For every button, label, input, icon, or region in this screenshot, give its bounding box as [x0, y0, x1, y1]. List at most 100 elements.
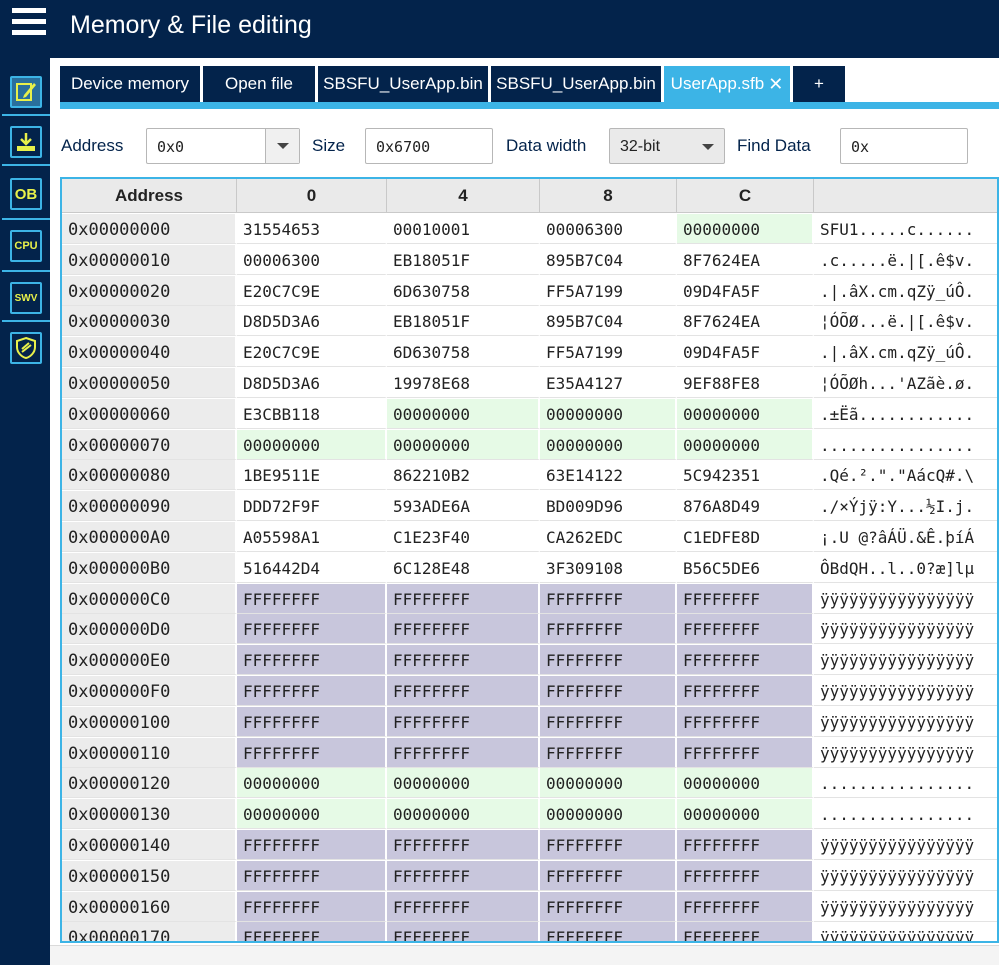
word-cell[interactable]: 6D630758 — [387, 337, 540, 368]
table-row[interactable]: 0x00000130 00000000 00000000 00000000 000000… — [62, 799, 997, 830]
table-row[interactable]: 0x00000030 D8D5D3A6 EB18051F 895B7C04 8F7624… — [62, 306, 997, 337]
address-cell[interactable]: 0x00000010 — [62, 244, 237, 275]
ascii-cell[interactable]: .|.âX.cm.qZÿ_úÔ. — [814, 337, 997, 368]
address-cell[interactable]: 0x00000160 — [62, 891, 237, 922]
add-tab-button[interactable]: + — [793, 66, 845, 102]
word-cell[interactable]: E20C7C9E — [237, 337, 387, 368]
word-cell[interactable]: 9EF88FE8 — [677, 368, 814, 398]
table-row[interactable]: 0x00000090 DDD72F9F 593ADE6A BD009D96 876A8D… — [62, 491, 997, 522]
word-cell[interactable]: FFFFFFFF — [237, 860, 387, 891]
table-row[interactable]: 0x00000000 31554653 00010001 00006300 000000… — [62, 214, 997, 245]
table-row[interactable]: 0x00000170 FFFFFFFF FFFFFFFF FFFFFFFF FFFFFF… — [62, 922, 997, 941]
tab-device-memory[interactable]: Device memory — [60, 66, 200, 102]
ascii-cell[interactable]: ÿÿÿÿÿÿÿÿÿÿÿÿÿÿÿÿ — [814, 860, 997, 891]
address-cell[interactable]: 0x00000060 — [62, 398, 237, 429]
column-header-c[interactable]: C — [677, 179, 814, 213]
ascii-cell[interactable]: ÿÿÿÿÿÿÿÿÿÿÿÿÿÿÿÿ — [814, 830, 997, 860]
tab-sbsfu-userapp-2[interactable]: SBSFU_UserApp.bin — [491, 66, 661, 102]
word-cell[interactable]: FFFFFFFF — [237, 830, 387, 860]
word-cell[interactable]: 00000000 — [387, 799, 540, 830]
ascii-cell[interactable]: .±Ëã............ — [814, 398, 997, 429]
word-cell[interactable]: 3F309108 — [540, 552, 677, 583]
tab-sbsfu-userapp-1[interactable]: SBSFU_UserApp.bin — [318, 66, 488, 102]
address-cell[interactable]: 0x000000A0 — [62, 522, 237, 552]
address-cell[interactable]: 0x00000140 — [62, 830, 237, 860]
address-cell[interactable]: 0x00000130 — [62, 799, 237, 830]
word-cell[interactable]: 00000000 — [677, 214, 814, 244]
word-cell[interactable]: FFFFFFFF — [387, 676, 540, 706]
find-data-input[interactable]: 0x — [840, 128, 968, 164]
table-row[interactable]: 0x00000140 FFFFFFFF FFFFFFFF FFFFFFFF FFFFFF… — [62, 830, 997, 861]
address-cell[interactable]: 0x00000040 — [62, 337, 237, 368]
word-cell[interactable]: 00000000 — [387, 429, 540, 460]
ascii-cell[interactable]: ÿÿÿÿÿÿÿÿÿÿÿÿÿÿÿÿ — [814, 676, 997, 706]
word-cell[interactable]: FFFFFFFF — [540, 830, 677, 860]
word-cell[interactable]: BD009D96 — [540, 491, 677, 522]
word-cell[interactable]: CA262EDC — [540, 522, 677, 552]
size-input[interactable]: 0x6700 — [365, 128, 493, 164]
word-cell[interactable]: 895B7C04 — [540, 306, 677, 337]
word-cell[interactable]: 6D630758 — [387, 275, 540, 306]
word-cell[interactable]: 00000000 — [387, 768, 540, 799]
word-cell[interactable]: FFFFFFFF — [677, 645, 814, 676]
word-cell[interactable]: 8F7624EA — [677, 306, 814, 337]
ascii-cell[interactable]: ÿÿÿÿÿÿÿÿÿÿÿÿÿÿÿÿ — [814, 737, 997, 768]
word-cell[interactable]: FFFFFFFF — [677, 737, 814, 768]
word-cell[interactable]: FFFFFFFF — [237, 614, 387, 645]
ascii-cell[interactable]: ÿÿÿÿÿÿÿÿÿÿÿÿÿÿÿÿ — [814, 891, 997, 922]
column-header-ascii[interactable] — [814, 179, 997, 213]
address-cell[interactable]: 0x00000030 — [62, 306, 237, 337]
word-cell[interactable]: 00000000 — [540, 799, 677, 830]
download-icon[interactable] — [10, 126, 42, 158]
horizontal-scrollbar[interactable] — [50, 945, 999, 965]
word-cell[interactable]: FFFFFFFF — [387, 860, 540, 891]
word-cell[interactable]: C1E23F40 — [387, 522, 540, 552]
word-cell[interactable]: 00000000 — [540, 398, 677, 429]
word-cell[interactable]: FFFFFFFF — [677, 922, 814, 941]
address-cell[interactable]: 0x000000C0 — [62, 583, 237, 614]
word-cell[interactable]: FFFFFFFF — [237, 922, 387, 941]
word-cell[interactable]: 862210B2 — [387, 460, 540, 491]
address-cell[interactable]: 0x00000080 — [62, 460, 237, 491]
ascii-cell[interactable]: ¦ÓÕØ...ë.|[.ê$v. — [814, 306, 997, 337]
memory-edit-icon[interactable] — [10, 76, 42, 108]
address-cell[interactable]: 0x000000B0 — [62, 552, 237, 583]
word-cell[interactable]: 63E14122 — [540, 460, 677, 491]
word-cell[interactable]: 00000000 — [387, 398, 540, 429]
address-cell[interactable]: 0x00000020 — [62, 275, 237, 306]
word-cell[interactable]: 31554653 — [237, 214, 387, 244]
table-row[interactable]: 0x00000070 00000000 00000000 00000000 000000… — [62, 429, 997, 461]
word-cell[interactable]: 00006300 — [237, 244, 387, 275]
word-cell[interactable]: 1BE9511E — [237, 460, 387, 491]
word-cell[interactable]: FFFFFFFF — [540, 737, 677, 768]
table-row[interactable]: 0x00000100 FFFFFFFF FFFFFFFF FFFFFFFF FFFFFF… — [62, 706, 997, 738]
ascii-cell[interactable]: ¦ÓÕØh...'AZãè.ø. — [814, 368, 997, 398]
table-row[interactable]: 0x00000160 FFFFFFFF FFFFFFFF FFFFFFFF FFFFFF… — [62, 891, 997, 923]
word-cell[interactable]: FFFFFFFF — [540, 922, 677, 941]
word-cell[interactable]: 19978E68 — [387, 368, 540, 398]
word-cell[interactable]: FFFFFFFF — [237, 676, 387, 706]
word-cell[interactable]: E20C7C9E — [237, 275, 387, 306]
table-row[interactable]: 0x00000120 00000000 00000000 00000000 000000… — [62, 768, 997, 799]
ascii-cell[interactable]: SFU1.....c...... — [814, 214, 997, 244]
word-cell[interactable]: FFFFFFFF — [540, 706, 677, 737]
word-cell[interactable]: FFFFFFFF — [387, 614, 540, 645]
word-cell[interactable]: E3CBB118 — [237, 398, 387, 429]
ascii-cell[interactable]: .|.âX.cm.qZÿ_úÔ. — [814, 275, 997, 306]
address-combobox[interactable]: 0x0 — [146, 128, 300, 164]
ascii-cell[interactable]: ................ — [814, 768, 997, 799]
table-row[interactable]: 0x00000110 FFFFFFFF FFFFFFFF FFFFFFFF FFFFFF… — [62, 737, 997, 769]
column-header-4[interactable]: 4 — [387, 179, 540, 213]
ascii-cell[interactable]: ÿÿÿÿÿÿÿÿÿÿÿÿÿÿÿÿ — [814, 583, 997, 614]
memory-table[interactable]: Address 0 4 8 C 0x00000000 31554653 000100… — [60, 177, 999, 943]
word-cell[interactable]: 09D4FA5F — [677, 337, 814, 368]
table-row[interactable]: 0x00000010 00006300 EB18051F 895B7C04 8F7624… — [62, 244, 997, 276]
table-row[interactable]: 0x00000040 E20C7C9E 6D630758 FF5A7199 09D4FA… — [62, 337, 997, 368]
word-cell[interactable]: FFFFFFFF — [677, 676, 814, 706]
address-cell[interactable]: 0x00000120 — [62, 768, 237, 799]
word-cell[interactable]: 593ADE6A — [387, 491, 540, 522]
address-cell[interactable]: 0x00000110 — [62, 737, 237, 768]
table-row[interactable]: 0x00000020 E20C7C9E 6D630758 FF5A7199 09D4FA… — [62, 275, 997, 307]
word-cell[interactable]: FFFFFFFF — [237, 706, 387, 737]
address-cell[interactable]: 0x00000150 — [62, 860, 237, 891]
